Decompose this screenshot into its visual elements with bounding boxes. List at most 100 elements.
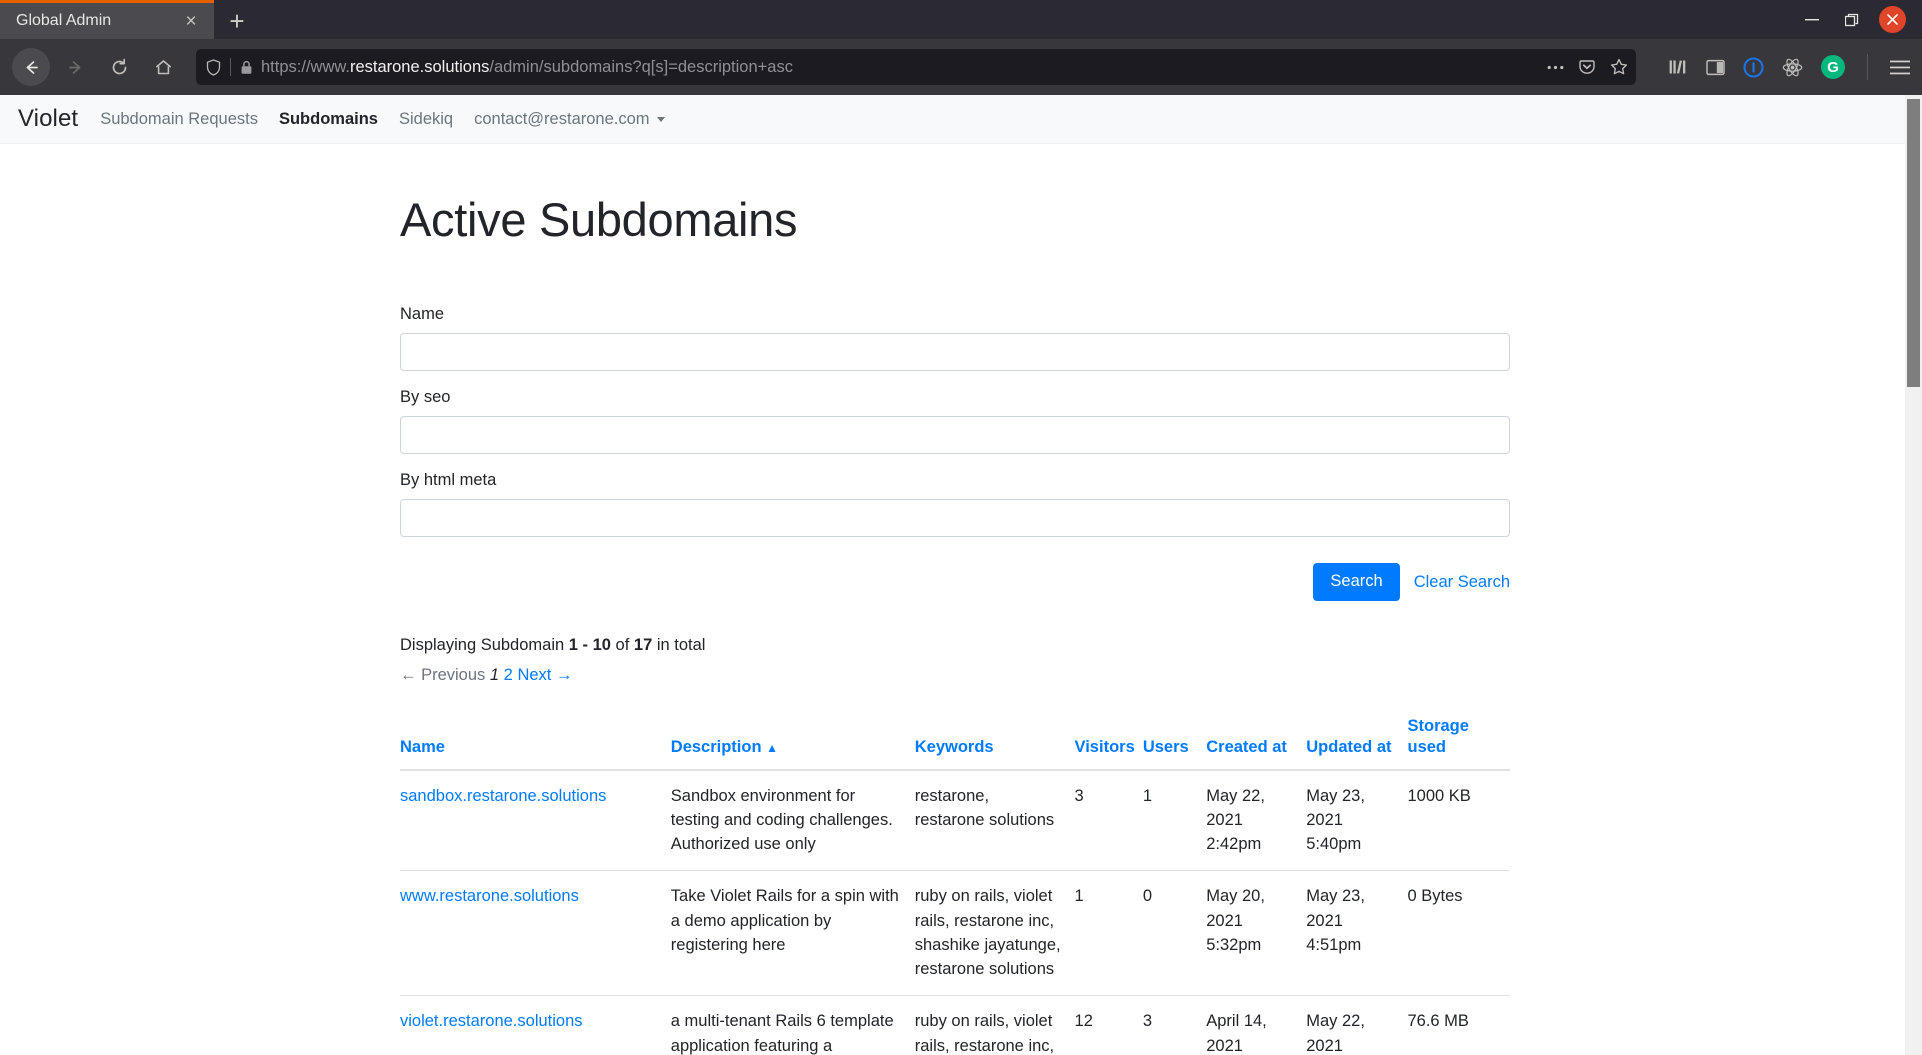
cell-keywords: ruby on rails, violet rails, restarone i… (914, 870, 1075, 997)
app-brand[interactable]: Violet (18, 105, 78, 133)
column-header-description[interactable]: Description ▲ (670, 706, 915, 771)
window-controls (1799, 0, 1922, 39)
close-tab-icon[interactable]: × (178, 8, 204, 34)
toolbar-divider (1867, 54, 1868, 80)
pocket-icon[interactable] (1578, 58, 1596, 76)
pagination-next[interactable]: Next → (517, 666, 572, 684)
nav-link-subdomains[interactable]: Subdomains (279, 110, 378, 129)
browser-navigation-toolbar: https://www.restarone.solutions/admin/su… (0, 39, 1922, 95)
page-actions-ellipsis-icon[interactable] (1547, 65, 1564, 70)
page-title: Active Subdomains (400, 193, 798, 246)
app-navigation-bar: Violet Subdomain Requests Subdomains Sid… (0, 95, 1905, 144)
address-bar-actions (1537, 58, 1628, 76)
cell-description: a multi-tenant Rails 6 template applicat… (670, 995, 915, 1055)
table-row: violet.restarone.solutions a multi-tenan… (400, 995, 1510, 1055)
pagination-current-page: 1 (489, 665, 500, 684)
column-header-visitors[interactable]: Visitors (1074, 706, 1143, 771)
search-input-by-html-meta[interactable] (400, 499, 1510, 538)
label-by-html-meta: By html meta (400, 471, 497, 490)
column-header-keywords[interactable]: Keywords (914, 706, 1075, 771)
column-header-description-label: Description (670, 737, 762, 756)
page-viewport: Violet Subdomain Requests Subdomains Sid… (0, 95, 1922, 1055)
tracking-protection-shield-icon[interactable] (206, 58, 221, 76)
back-icon[interactable] (12, 48, 50, 86)
forward-icon[interactable] (56, 48, 94, 86)
nav-user-menu[interactable]: contact@restarone.com (474, 109, 665, 129)
nav-link-sidekiq[interactable]: Sidekiq (399, 110, 453, 129)
pagination-page-2[interactable]: 2 (504, 666, 513, 684)
search-input-by-seo[interactable] (400, 416, 1510, 455)
maximize-window-icon[interactable] (1839, 7, 1865, 33)
web-page: Violet Subdomain Requests Subdomains Sid… (0, 95, 1905, 1055)
onepassword-icon[interactable] (1743, 56, 1764, 78)
react-devtools-icon[interactable] (1782, 58, 1803, 77)
address-bar[interactable]: https://www.restarone.solutions/admin/su… (196, 49, 1636, 85)
url-path: /admin/subdomains?q[s]=description+asc (489, 57, 793, 76)
cell-visitors: 12 (1074, 995, 1143, 1055)
subdomain-link[interactable]: www.restarone.solutions (400, 887, 579, 905)
nav-user-email: contact@restarone.com (474, 109, 650, 128)
padlock-icon[interactable] (240, 60, 253, 75)
column-header-created-at[interactable]: Created at (1206, 706, 1307, 771)
cell-visitors: 1 (1074, 870, 1143, 997)
column-header-storage-used[interactable]: Storage used (1407, 706, 1510, 771)
search-button[interactable]: Search (1313, 563, 1400, 601)
cell-description: Take Violet Rails for a spin with a demo… (670, 870, 915, 997)
results-middle: of (610, 635, 634, 654)
sidebar-icon[interactable] (1706, 59, 1725, 76)
tab-title: Global Admin (16, 12, 112, 29)
cell-storage-used: 1000 KB (1407, 769, 1510, 872)
cell-name: www.restarone.solutions (400, 870, 671, 997)
column-header-updated-at[interactable]: Updated at (1306, 706, 1408, 771)
page-content: Active Subdomains Name By seo By html me (0, 144, 1905, 1055)
url-domain: restarone.solutions (349, 57, 490, 76)
subdomains-table: Name Description ▲ Keywords Visitors Use… (400, 706, 1510, 1055)
page-scrollbar[interactable] (1905, 95, 1922, 1055)
cell-users: 1 (1142, 769, 1207, 872)
new-tab-button[interactable]: + (216, 3, 258, 39)
account-avatar-icon[interactable]: G (1821, 55, 1845, 79)
results-suffix: in total (652, 635, 706, 654)
column-header-name[interactable]: Name (400, 706, 671, 771)
table-row: www.restarone.solutions Take Violet Rail… (400, 870, 1510, 997)
nav-link-subdomain-requests[interactable]: Subdomain Requests (100, 110, 258, 129)
cell-updated-at: May 23, 2021 5:40pm (1306, 769, 1408, 872)
subdomain-link[interactable]: violet.restarone.solutions (400, 1012, 583, 1030)
library-icon[interactable] (1668, 58, 1688, 76)
cell-description: Sandbox environment for testing and codi… (670, 769, 915, 872)
subdomain-link[interactable]: sandbox.restarone.solutions (400, 787, 606, 805)
cell-users: 3 (1142, 995, 1207, 1055)
subdomain-search-form: Name By seo By html meta Search Clear Se… (400, 305, 1510, 601)
search-input-name[interactable] (400, 333, 1510, 372)
minimize-window-icon[interactable] (1799, 7, 1825, 33)
bookmark-star-icon[interactable] (1610, 58, 1628, 76)
cell-updated-at: May 22, 2021 11:34pm (1306, 995, 1408, 1055)
sort-ascending-icon: ▲ (766, 740, 779, 755)
table-header: Name Description ▲ Keywords Visitors Use… (400, 706, 1510, 771)
home-icon[interactable] (144, 48, 182, 86)
url-divider (230, 58, 231, 76)
table-body: sandbox.restarone.solutions Sandbox envi… (400, 769, 1510, 1055)
results-prefix: Displaying Subdomain (400, 635, 569, 654)
cell-keywords: ruby on rails, violet rails, restarone i… (914, 995, 1075, 1055)
app-menu-icon[interactable] (1890, 60, 1910, 75)
clear-search-link[interactable]: Clear Search (1414, 573, 1510, 592)
results-total: 17 (633, 635, 653, 654)
browser-tab-global-admin[interactable]: Global Admin × (0, 0, 214, 39)
cell-visitors: 3 (1074, 769, 1143, 872)
cell-storage-used: 0 Bytes (1407, 870, 1510, 997)
reload-icon[interactable] (100, 48, 138, 86)
cell-storage-used: 76.6 MB (1407, 995, 1510, 1055)
form-actions: Search Clear Search (400, 563, 1510, 601)
form-group-by-seo: By seo (400, 388, 1510, 455)
scrollbar-thumb[interactable] (1907, 99, 1920, 387)
content-container: Active Subdomains Name By seo By html me (400, 192, 1510, 1055)
cell-created-at: April 14, 2021 2:39pm (1206, 995, 1307, 1055)
results-range: 1 - 10 (568, 635, 611, 654)
column-header-users[interactable]: Users (1142, 706, 1207, 771)
cell-users: 0 (1142, 870, 1207, 997)
label-by-seo: By seo (400, 388, 451, 407)
cell-name: violet.restarone.solutions (400, 995, 671, 1055)
cell-created-at: May 22, 2021 2:42pm (1206, 769, 1307, 872)
close-window-icon[interactable] (1879, 6, 1906, 33)
